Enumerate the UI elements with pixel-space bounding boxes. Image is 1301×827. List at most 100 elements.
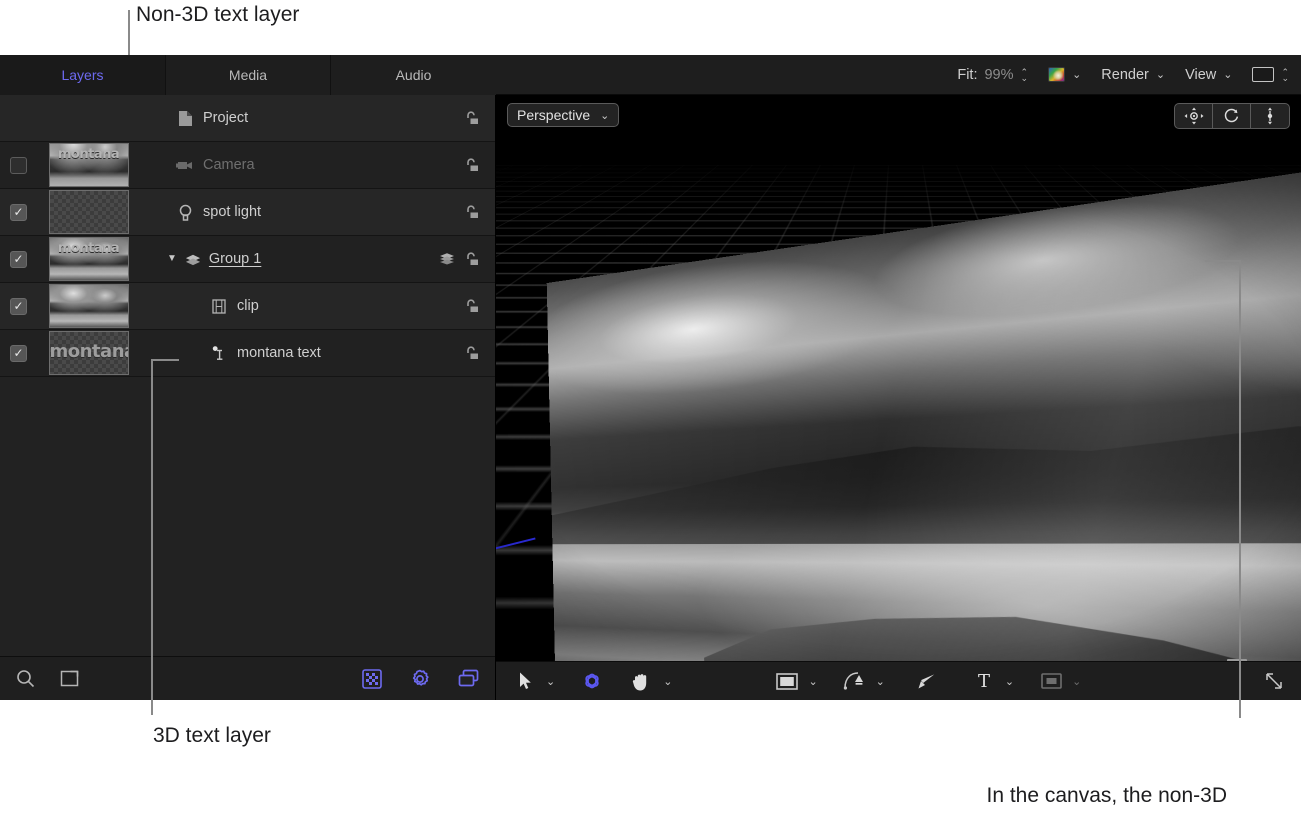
search-icon[interactable] bbox=[14, 668, 36, 690]
table-row[interactable]: ✓ montana montana text bbox=[0, 330, 495, 377]
chevron-down-icon[interactable]: ⌄ bbox=[600, 109, 609, 122]
chevron-down-icon[interactable]: ⌄ bbox=[1005, 675, 1014, 688]
unlock-icon[interactable] bbox=[463, 297, 481, 315]
table-row[interactable]: montana Camera bbox=[0, 142, 495, 189]
orbit-3d-icon[interactable] bbox=[1213, 104, 1251, 128]
table-row[interactable]: ✓ montana ▼ Group 1 bbox=[0, 236, 495, 283]
bezier-mask-tool-icon[interactable] bbox=[842, 668, 868, 694]
checkerboard-icon[interactable] bbox=[361, 668, 383, 690]
render-quality-control[interactable]: ⌄ bbox=[1048, 67, 1081, 82]
duplicate-layers-icon[interactable] bbox=[457, 668, 479, 690]
lock-cell[interactable] bbox=[449, 203, 495, 221]
view-menu[interactable]: View ⌄ bbox=[1185, 67, 1232, 83]
background-stepper-icon[interactable]: ⌃ ⌄ bbox=[1281, 67, 1289, 82]
enable-checkbox-cell[interactable]: ✓ bbox=[0, 250, 37, 268]
view-label: View bbox=[1185, 66, 1217, 83]
3d-transform-tool-icon[interactable] bbox=[579, 668, 605, 694]
pan-tool-group[interactable]: ⌄ bbox=[629, 668, 672, 694]
layer-name-cell[interactable]: ▼ Group 1 bbox=[140, 250, 433, 268]
text-tool-icon[interactable]: T bbox=[971, 668, 997, 694]
pan-tool-icon[interactable] bbox=[629, 668, 655, 694]
layer-list[interactable]: Project montana Camera ✓ spot light ✓ mo… bbox=[0, 95, 495, 656]
canvas-background-control[interactable]: ⌃ ⌄ bbox=[1252, 67, 1289, 82]
enable-checkbox-cell[interactable]: ✓ bbox=[0, 297, 37, 315]
enable-checkbox-cell[interactable]: ✓ bbox=[0, 203, 37, 221]
bezier-mask-tool-group[interactable]: ⌄ bbox=[842, 668, 885, 694]
enable-checkbox-cell[interactable] bbox=[0, 156, 37, 174]
table-row[interactable]: Project bbox=[0, 95, 495, 142]
show-layer-panel-icon[interactable] bbox=[58, 668, 80, 690]
select-tool-icon[interactable] bbox=[512, 668, 538, 694]
chevron-down-icon[interactable]: ▼ bbox=[167, 254, 177, 264]
text-tool-group[interactable]: T ⌄ bbox=[971, 668, 1014, 694]
canvas-top-bar: Fit: 99% ⌃ ⌄ ⌄ Render ⌄ View ⌄ ⌃ ⌄ bbox=[496, 55, 1301, 95]
lock-cell[interactable] bbox=[449, 297, 495, 315]
render-menu[interactable]: Render ⌄ bbox=[1101, 67, 1165, 83]
lock-cell[interactable] bbox=[433, 250, 495, 268]
film-clip-icon bbox=[210, 297, 228, 315]
unlock-icon[interactable] bbox=[463, 203, 481, 221]
3d-view-controls[interactable] bbox=[1174, 103, 1290, 129]
chevron-down-icon[interactable]: ⌄ bbox=[808, 675, 817, 688]
camera-icon bbox=[176, 156, 194, 174]
tab-media[interactable]: Media bbox=[166, 55, 331, 95]
chevron-down-icon[interactable]: ⌄ bbox=[876, 675, 885, 688]
tab-layers[interactable]: Layers bbox=[0, 55, 166, 95]
chevron-down-icon[interactable]: ⌄ bbox=[1223, 68, 1232, 81]
gear-icon[interactable] bbox=[409, 668, 431, 690]
canvas-pane: Fit: 99% ⌃ ⌄ ⌄ Render ⌄ View ⌄ ⌃ ⌄ Persp… bbox=[496, 55, 1301, 700]
thumbnail-image bbox=[49, 285, 128, 327]
layer-name-cell[interactable]: montana text bbox=[140, 344, 449, 362]
annotation-3d-text-layer: 3D text layer bbox=[153, 724, 271, 747]
layer-name-cell[interactable]: clip bbox=[140, 297, 449, 315]
chevron-down-icon[interactable]: ⌄ bbox=[546, 675, 555, 688]
zoom-stepper-icon[interactable]: ⌃ ⌄ bbox=[1021, 67, 1029, 82]
table-row[interactable]: ✓ clip bbox=[0, 283, 495, 330]
resize-handle-group[interactable] bbox=[1261, 668, 1287, 694]
table-row[interactable]: ✓ spot light bbox=[0, 189, 495, 236]
layer-name-cell[interactable]: Camera bbox=[140, 156, 449, 174]
crop-tool-icon[interactable] bbox=[1038, 668, 1064, 694]
canvas-background-icon bbox=[1252, 67, 1275, 82]
unlock-icon[interactable] bbox=[463, 250, 481, 268]
layer-thumbnail bbox=[48, 190, 129, 234]
dolly-3d-icon[interactable] bbox=[1251, 104, 1289, 128]
chevron-down-icon[interactable]: ⌄ bbox=[1072, 675, 1081, 688]
unlock-icon[interactable] bbox=[463, 109, 481, 127]
shape-tool-group[interactable]: ⌄ bbox=[774, 668, 818, 694]
layer-name-label: Camera bbox=[203, 157, 255, 173]
layer-thumbnail: montana bbox=[48, 331, 129, 375]
enable-checkbox[interactable]: ✓ bbox=[10, 344, 27, 362]
canvas-tool-bar: ⌄ ⌄ ⌄ ⌄ T ⌄ ⌄ bbox=[496, 661, 1301, 700]
crop-tool-group[interactable]: ⌄ bbox=[1038, 668, 1081, 694]
shape-tool-icon[interactable] bbox=[774, 668, 800, 694]
enable-checkbox[interactable]: ✓ bbox=[10, 250, 27, 268]
enable-checkbox[interactable]: ✓ bbox=[10, 203, 27, 221]
light-bulb-icon bbox=[176, 203, 194, 221]
enable-checkbox-cell[interactable]: ✓ bbox=[0, 344, 37, 362]
canvas-viewport[interactable]: Perspective ⌄ bbox=[496, 95, 1301, 661]
select-tool-group[interactable]: ⌄ bbox=[512, 668, 555, 694]
layer-name-cell[interactable]: spot light bbox=[140, 203, 449, 221]
layer-name-cell[interactable]: Project bbox=[140, 109, 449, 127]
camera-view-dropdown[interactable]: Perspective ⌄ bbox=[507, 103, 620, 127]
zoom-control[interactable]: Fit: 99% ⌃ ⌄ bbox=[957, 67, 1028, 83]
paint-stroke-tool-icon[interactable] bbox=[913, 668, 939, 694]
unlock-icon[interactable] bbox=[463, 344, 481, 362]
3d-transform-tool-group[interactable] bbox=[579, 668, 605, 694]
unlock-icon[interactable] bbox=[463, 156, 481, 174]
resize-handle-icon[interactable] bbox=[1261, 668, 1287, 694]
tab-audio[interactable]: Audio bbox=[331, 55, 496, 95]
group-icon bbox=[184, 250, 202, 268]
pan-3d-icon[interactable] bbox=[1175, 104, 1213, 128]
lock-cell[interactable] bbox=[449, 156, 495, 174]
paint-stroke-tool-group[interactable] bbox=[913, 668, 939, 694]
lock-cell[interactable] bbox=[449, 109, 495, 127]
enable-checkbox[interactable] bbox=[10, 156, 27, 174]
lock-cell[interactable] bbox=[449, 344, 495, 362]
chevron-down-icon[interactable]: ⌄ bbox=[1156, 68, 1165, 81]
chevron-down-icon[interactable]: ⌄ bbox=[1072, 68, 1081, 81]
chevron-down-icon[interactable]: ⌄ bbox=[663, 675, 672, 688]
stack-layers-icon[interactable] bbox=[438, 250, 456, 268]
enable-checkbox[interactable]: ✓ bbox=[10, 297, 27, 315]
